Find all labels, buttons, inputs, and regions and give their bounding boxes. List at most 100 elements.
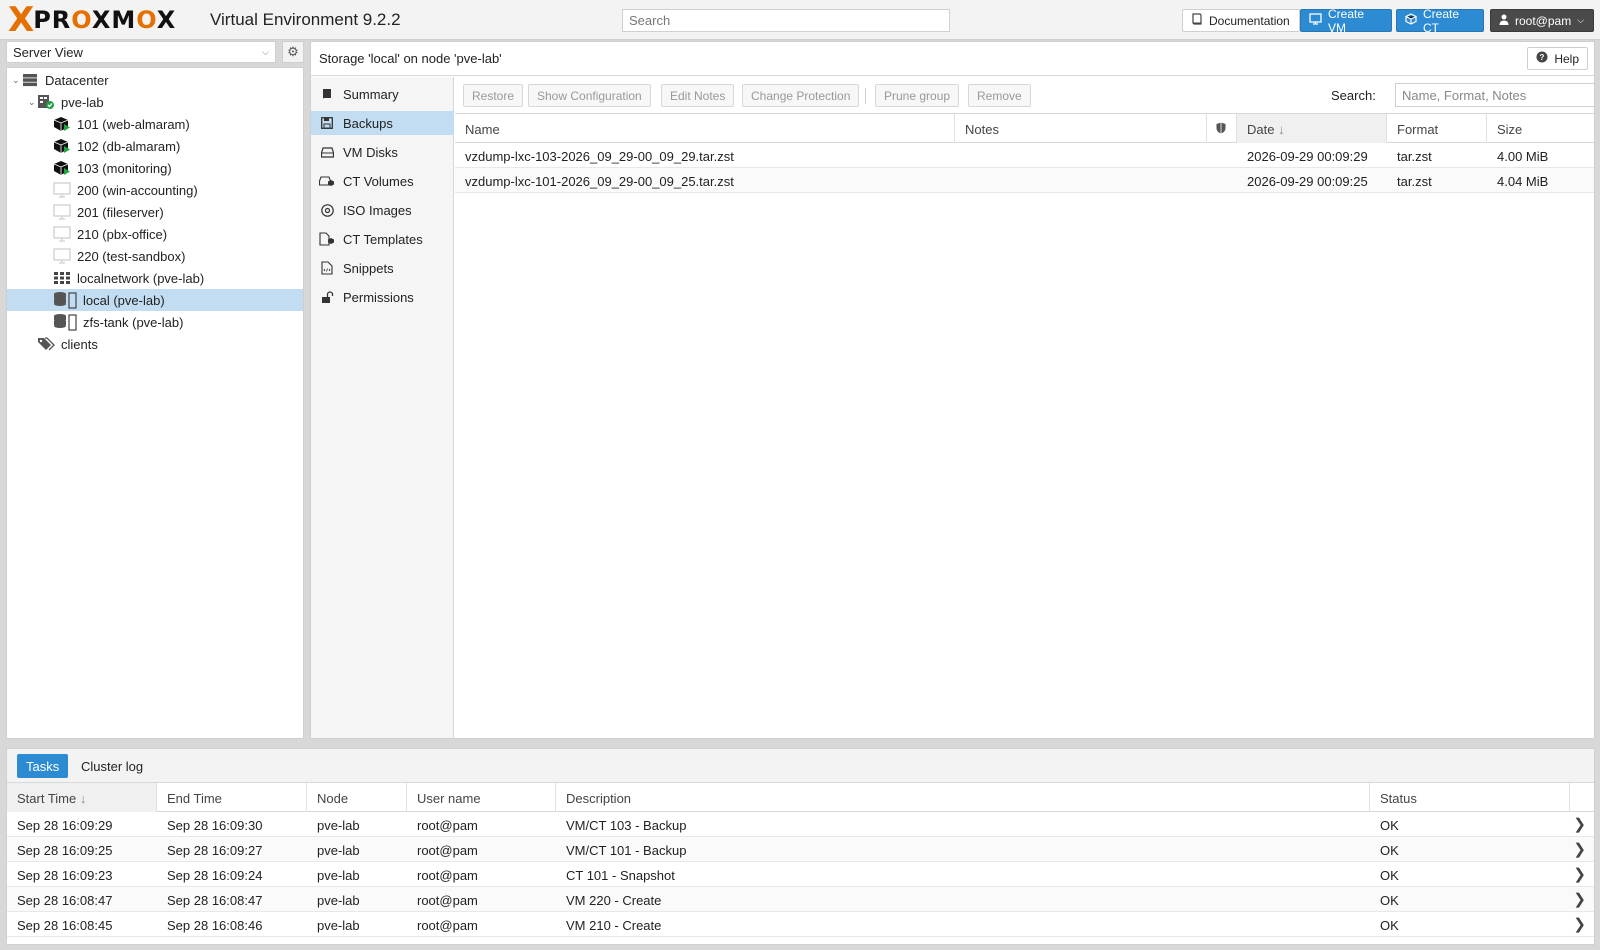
table-row[interactable]: vzdump-lxc-103-2026_09_29-00_09_29.tar.z…	[455, 143, 1594, 168]
task-row[interactable]: Sep 28 16:08:45 Sep 28 16:08:46 pve-lab …	[7, 912, 1594, 937]
task-row[interactable]: Sep 28 16:09:25 Sep 28 16:09:27 pve-lab …	[7, 837, 1594, 862]
button-label: Change Protection	[751, 88, 851, 103]
remove-button[interactable]: Remove	[968, 84, 1031, 107]
tree-item-ct-102[interactable]: 102 (db-almaram)	[7, 135, 303, 157]
column-header-end-time[interactable]: End Time	[157, 783, 307, 812]
column-header-date[interactable]: Date ↓	[1237, 114, 1387, 143]
cell-description: VM 220 - Create	[566, 893, 662, 908]
cell-user: root@pam	[417, 818, 478, 833]
collapse-arrow-icon[interactable]: ⌄	[28, 97, 36, 108]
column-header-user-name[interactable]: User name	[407, 783, 556, 812]
create-ct-button[interactable]: Create CT	[1396, 6, 1484, 35]
create-vm-button[interactable]: Create VM	[1300, 7, 1392, 35]
column-header-node[interactable]: Node	[307, 783, 407, 812]
tree-item-storage-zfs-tank[interactable]: zfs-tank (pve-lab)	[7, 311, 303, 333]
collapse-arrow-icon[interactable]: ⌄	[12, 75, 20, 86]
storage-panel: Storage 'local' on node 'pve-lab' ? Help…	[310, 41, 1595, 739]
view-selector[interactable]: Server View ⌵	[6, 41, 276, 63]
edit-notes-button[interactable]: Edit Notes	[661, 84, 735, 107]
nav-vm-disks[interactable]: VM Disks	[311, 140, 454, 164]
nav-backups[interactable]: Backups	[311, 111, 454, 135]
help-button[interactable]: ? Help	[1527, 47, 1588, 70]
column-header-start-time[interactable]: Start Time ↓	[7, 783, 157, 812]
network-grid-icon	[53, 270, 71, 286]
chevron-right-icon[interactable]: ❯	[1573, 915, 1586, 933]
panel-splitter[interactable]	[780, 741, 820, 753]
cell-start-time: Sep 28 16:09:25	[17, 843, 113, 858]
vm-stopped-icon	[53, 226, 71, 242]
tree-item-vm-201[interactable]: 201 (fileserver)	[7, 201, 303, 223]
nav-label: ISO Images	[343, 202, 412, 218]
tree-item-node-pve-lab[interactable]: ⌄ pve-lab	[7, 91, 303, 113]
nav-summary[interactable]: Summary	[311, 82, 454, 106]
cell-status: OK	[1380, 868, 1399, 883]
chevron-right-icon[interactable]: ❯	[1573, 815, 1586, 833]
button-label: Edit Notes	[670, 88, 726, 103]
nav-snippets[interactable]: Snippets	[311, 256, 454, 280]
nav-ct-volumes[interactable]: CT Volumes	[311, 169, 454, 193]
documentation-button[interactable]: Documentation	[1182, 9, 1300, 32]
header-label: Date	[1247, 122, 1275, 137]
cell-notes	[955, 143, 975, 168]
tree-item-datacenter[interactable]: ⌄ Datacenter	[7, 69, 303, 91]
show-configuration-button[interactable]: Show Configuration	[528, 84, 651, 107]
cell-date: 2026-09-29 00:09:29	[1247, 149, 1368, 164]
tree-item-ct-101[interactable]: 101 (web-almaram)	[7, 113, 303, 135]
tab-tasks[interactable]: Tasks	[17, 754, 69, 778]
column-header-format[interactable]: Format	[1387, 114, 1487, 143]
cell-status: OK	[1380, 893, 1399, 908]
nav-iso-images[interactable]: ISO Images	[311, 198, 454, 222]
header-label: Description	[566, 791, 632, 806]
cell-description: VM/CT 103 - Backup	[566, 818, 687, 833]
tree-item-label: 220 (test-sandbox)	[77, 248, 186, 264]
task-row[interactable]: Sep 28 16:09:23 Sep 28 16:09:24 pve-lab …	[7, 862, 1594, 887]
prune-group-button[interactable]: Prune group	[875, 84, 960, 107]
task-row[interactable]: Sep 28 16:09:29 Sep 28 16:09:30 pve-lab …	[7, 812, 1594, 837]
view-settings-button[interactable]: ⚙	[282, 41, 304, 63]
cell-end-time: Sep 28 16:09:27	[167, 843, 263, 858]
nav-permissions[interactable]: Permissions	[311, 285, 454, 309]
tree-item-ct-103[interactable]: 103 (monitoring)	[7, 157, 303, 179]
tab-cluster-log[interactable]: Cluster log	[72, 754, 152, 778]
tree-item-storage-local[interactable]: local (pve-lab)	[7, 289, 303, 311]
restore-button[interactable]: Restore	[463, 84, 524, 107]
tree-item-tag-clients[interactable]: clients	[7, 333, 303, 355]
cell-node: pve-lab	[317, 868, 360, 883]
tree-item-vm-200[interactable]: 200 (win-accounting)	[7, 179, 303, 201]
column-header-status[interactable]: Status	[1370, 783, 1570, 812]
cell-end-time: Sep 28 16:08:46	[167, 918, 263, 933]
create-ct-label: Create CT	[1423, 6, 1460, 35]
tree-item-vm-220[interactable]: 220 (test-sandbox)	[7, 245, 303, 267]
column-header-name[interactable]: Name	[455, 114, 955, 143]
nav-ct-templates[interactable]: CT Templates	[311, 227, 454, 251]
table-row[interactable]: vzdump-lxc-101-2026_09_29-00_09_25.tar.z…	[455, 168, 1594, 193]
cell-start-time: Sep 28 16:08:47	[17, 893, 113, 908]
cell-start-time: Sep 28 16:08:45	[17, 918, 113, 933]
global-search-input[interactable]	[622, 9, 950, 32]
task-row[interactable]: Sep 28 16:08:47 Sep 28 16:08:47 pve-lab …	[7, 887, 1594, 912]
cell-end-time: Sep 28 16:08:47	[167, 893, 263, 908]
chevron-right-icon[interactable]: ❯	[1573, 865, 1586, 883]
user-menu-button[interactable]: root@pam ⌵	[1490, 9, 1594, 32]
cell-size: 4.04 MiB	[1497, 174, 1549, 189]
page-title: Storage 'local' on node 'pve-lab'	[319, 51, 502, 66]
cell-name: vzdump-lxc-103-2026_09_29-00_09_29.tar.z…	[465, 149, 734, 164]
cell-size: 4.00 MiB	[1497, 149, 1549, 164]
column-header-notes[interactable]: Notes	[955, 114, 1207, 143]
tab-label: Cluster log	[81, 758, 144, 774]
chevron-right-icon[interactable]: ❯	[1573, 890, 1586, 908]
column-header-protected[interactable]	[1207, 114, 1237, 143]
change-protection-button[interactable]: Change Protection	[742, 84, 860, 107]
column-header-size[interactable]: Size	[1487, 114, 1594, 143]
column-header-description[interactable]: Description	[556, 783, 1370, 812]
tree-item-localnetwork[interactable]: localnetwork (pve-lab)	[7, 267, 303, 289]
toolbar-divider	[865, 88, 866, 104]
cell-user: root@pam	[417, 918, 478, 933]
storage-nav: Summary Backups VM Disks CT Volumes ISO …	[311, 77, 454, 738]
chevron-right-icon[interactable]: ❯	[1573, 840, 1586, 858]
nav-label: CT Volumes	[343, 173, 414, 189]
tree-item-vm-210[interactable]: 210 (pbx-office)	[7, 223, 303, 245]
tasks-tab-bar: Tasks Cluster log	[7, 749, 1594, 783]
proxmox-logo[interactable]: X PROXMOX	[8, 3, 176, 37]
backup-search-input[interactable]	[1395, 83, 1595, 107]
